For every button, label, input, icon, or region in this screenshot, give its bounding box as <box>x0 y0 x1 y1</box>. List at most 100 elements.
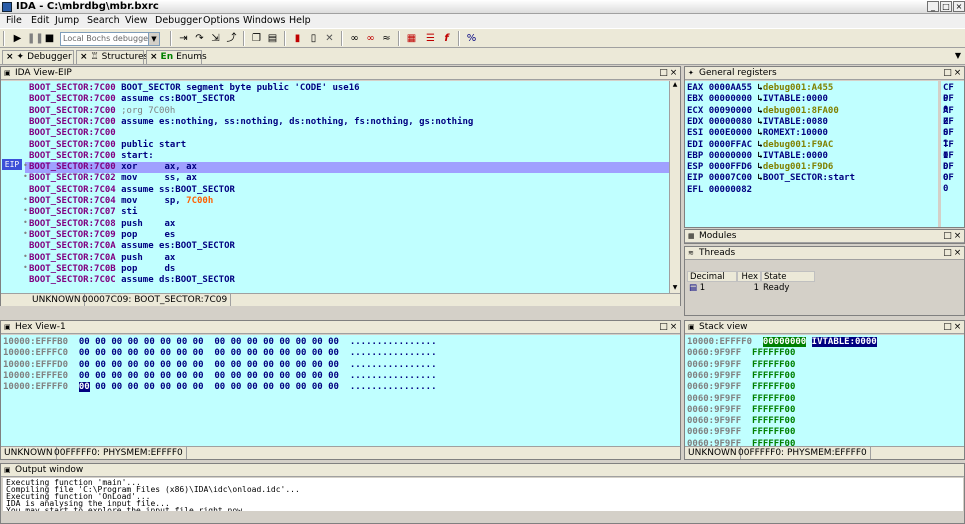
tab-enums[interactable]: × En Enums <box>146 50 207 64</box>
menu-windows[interactable]: Windows <box>243 15 285 26</box>
flag-value[interactable]: ZF 0 <box>943 117 964 138</box>
stack-value[interactable]: FFFFFF00 <box>752 439 795 446</box>
stack-row[interactable]: 0060:9F9FF FFFFFF00 <box>687 416 795 427</box>
flag-value[interactable]: IF 0 <box>943 151 964 172</box>
stack-value[interactable]: FFFFFF00 <box>752 416 795 426</box>
stack-row[interactable]: 0060:9F9FF FFFFFF00 <box>687 360 795 371</box>
flag-value[interactable]: SF 1 <box>943 128 964 149</box>
restore-button[interactable]: □ <box>940 1 952 12</box>
disasm-line[interactable]: BOOT_SECTOR:7C00 public start <box>29 140 186 151</box>
disasm-line[interactable]: BOOT_SECTOR:7C00 start: <box>29 151 154 162</box>
register-row[interactable]: ESP 0000FFD6 ↳debug001:F9D6 <box>687 162 833 173</box>
column-header-decimal[interactable]: Decimal <box>687 271 737 282</box>
trace-instructions-icon[interactable]: ∞ <box>364 32 377 45</box>
stack-value[interactable]: FFFFFF00 <box>752 394 795 404</box>
maximize-icon[interactable]: □ <box>659 67 668 79</box>
stack-target[interactable]: IVTABLE:0000 <box>811 337 877 347</box>
disasm-line[interactable]: BOOT_SECTOR:7C0B pop ds <box>29 264 175 275</box>
close-icon[interactable]: × <box>669 67 678 79</box>
hex-row[interactable]: 10000:EFFFD0 00 00 00 00 00 00 00 00 00 … <box>3 360 437 371</box>
register-row[interactable]: EDI 0000FFAC ↳debug001:F9AC <box>687 140 833 151</box>
stack-value[interactable]: FFFFFF00 <box>752 427 795 437</box>
register-target[interactable]: debug001:F9AC <box>763 140 833 150</box>
stack-row[interactable]: 0060:9F9FF FFFFFF00 <box>687 405 795 416</box>
register-target[interactable]: debug001:F9D6 <box>763 162 833 172</box>
breakpoint-gutter-dot[interactable]: • <box>23 252 28 261</box>
menu-edit[interactable]: Edit <box>31 15 49 26</box>
step-into-icon[interactable]: ⇥ <box>177 32 190 45</box>
tab-structures[interactable]: × ♖ Structures <box>76 50 148 64</box>
flag-value[interactable]: PF 0 <box>943 94 964 115</box>
registers-list[interactable]: EAX 0000AA55 ↳debug001:A455 EBX 00000000 … <box>685 81 938 227</box>
register-value[interactable]: 00000082 <box>709 185 752 195</box>
disassembly-listing[interactable]: EIP BOOT_SECTOR:7C00 BOOT_SECTOR segment… <box>1 81 669 293</box>
menu-jump[interactable]: Jump <box>55 15 79 26</box>
stack-row[interactable]: 0060:9F9FF FFFFFF00 <box>687 427 795 438</box>
trace-functions-icon[interactable]: ≈ <box>380 32 393 45</box>
close-icon[interactable]: × <box>669 321 678 333</box>
breakpoint-icon[interactable]: ▮ <box>291 32 304 45</box>
maximize-icon[interactable]: □ <box>943 230 952 242</box>
menu-file[interactable]: File <box>6 15 22 26</box>
flag-value[interactable]: OF 0 <box>943 173 964 194</box>
list-icon[interactable]: ☰ <box>424 32 437 45</box>
disasm-line[interactable]: BOOT_SECTOR:7C0A assume es:BOOT_SECTOR <box>29 241 235 252</box>
menu-view[interactable]: View <box>125 15 148 26</box>
disasm-line[interactable]: BOOT_SECTOR:7C09 pop es <box>29 230 175 241</box>
close-icon[interactable]: × <box>150 52 158 62</box>
hex-row[interactable]: 10000:EFFFB0 00 00 00 00 00 00 00 00 00 … <box>3 337 437 348</box>
register-value[interactable]: 0000AA55 <box>709 83 752 93</box>
close-button[interactable]: × <box>953 1 965 12</box>
register-target[interactable]: BOOT_SECTOR:start <box>763 173 855 183</box>
stack-row[interactable]: 0060:9F9FF FFFFFF00 <box>687 348 795 359</box>
register-target[interactable]: ROMEXT:10000 <box>763 128 828 138</box>
modules-icon[interactable]: ▦ <box>405 32 418 45</box>
breakpoint-list-icon[interactable]: ▯ <box>307 32 320 45</box>
table-row[interactable]: ▤ 1 1 Ready <box>687 283 815 294</box>
function-icon[interactable]: f <box>440 32 453 45</box>
register-row[interactable]: EIP 00007C00 ↳BOOT_SECTOR:start <box>687 173 855 184</box>
register-target[interactable]: debug001:A455 <box>763 83 833 93</box>
register-value[interactable]: 0000FFAC <box>709 140 752 150</box>
chevron-down-icon[interactable]: ▼ <box>148 33 159 45</box>
breakpoint-gutter-dot[interactable]: • <box>23 229 28 238</box>
breakpoint-gutter-dot[interactable]: • <box>23 218 28 227</box>
hex-dump[interactable]: 10000:EFFFB0 00 00 00 00 00 00 00 00 00 … <box>1 335 680 446</box>
register-row[interactable]: EBP 00000000 ↳IVTABLE:0000 <box>687 151 828 162</box>
stack-value[interactable]: FFFFFF00 <box>752 348 795 358</box>
disasm-line[interactable]: BOOT_SECTOR:7C04 assume ss:BOOT_SECTOR <box>29 185 235 196</box>
flag-value[interactable]: TF 0 <box>943 140 964 161</box>
breakpoint-gutter-dot[interactable]: • <box>23 206 28 215</box>
output-log[interactable]: Executing function 'main'... Compiling fi… <box>3 478 963 511</box>
disasm-line[interactable]: BOOT_SECTOR:7C04 mov sp, 7C00h <box>29 196 213 207</box>
register-value[interactable]: 00007C00 <box>709 173 752 183</box>
scroll-down-icon[interactable]: ▼ <box>670 284 680 293</box>
disasm-line[interactable]: BOOT_SECTOR:7C00 <box>29 128 116 139</box>
menu-debugger[interactable]: Debugger <box>155 15 202 26</box>
breakpoint-gutter-dot[interactable]: • <box>23 161 28 170</box>
disasm-line[interactable]: BOOT_SECTOR:7C00 ;org 7C00h <box>29 106 175 117</box>
disasm-line[interactable]: BOOT_SECTOR:7C00 BOOT_SECTOR segment byt… <box>29 83 360 94</box>
maximize-icon[interactable]: □ <box>659 321 668 333</box>
pause-icon[interactable]: ❚❚ <box>27 32 44 45</box>
register-row[interactable]: EFL 00000082 <box>687 185 752 196</box>
close-icon[interactable]: × <box>6 52 14 62</box>
maximize-icon[interactable]: □ <box>943 321 952 333</box>
flag-value[interactable]: AF 0 <box>943 106 964 127</box>
stack-row[interactable]: 0060:9F9FF FFFFFF00 <box>687 439 795 446</box>
register-value[interactable]: 0000FFD6 <box>709 162 752 172</box>
menu-help[interactable]: Help <box>289 15 311 26</box>
stack-value[interactable]: FFFFFF00 <box>752 405 795 415</box>
disasm-line[interactable]: BOOT_SECTOR:7C07 sti <box>29 207 137 218</box>
hex-row[interactable]: 10000:EFFFC0 00 00 00 00 00 00 00 00 00 … <box>3 348 437 359</box>
register-row[interactable]: ESI 000E0000 ↳ROMEXT:10000 <box>687 128 828 139</box>
disasm-line[interactable]: BOOT_SECTOR:7C08 push ax <box>29 219 175 230</box>
close-icon[interactable]: × <box>953 321 962 333</box>
column-header-hex[interactable]: Hex <box>737 271 761 282</box>
flags-list[interactable]: CF 0 PF 0 AF 0 ZF 0 SF 1 TF 0 IF 0 DF 0 OF 0 <box>941 81 964 227</box>
register-row[interactable]: ECX 00090000 ↳debug001:8FA00 <box>687 106 839 117</box>
debugger-select[interactable]: Local Bochs debugger ▼ <box>60 32 160 46</box>
vertical-scrollbar[interactable]: ▲ ▼ <box>669 81 680 293</box>
flag-value[interactable]: DF 0 <box>943 162 964 183</box>
chevron-down-icon[interactable]: ▼ <box>955 51 961 60</box>
